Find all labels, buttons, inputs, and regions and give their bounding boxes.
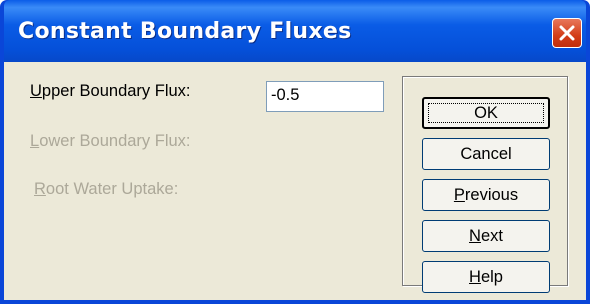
root-water-uptake-label: Root Water Uptake:	[34, 180, 179, 198]
title-bar[interactable]: Constant Boundary Fluxes	[4, 0, 586, 62]
focus-rectangle	[428, 103, 544, 123]
ok-button[interactable]: OK	[422, 97, 550, 129]
previous-button[interactable]: Previous	[422, 179, 550, 211]
dialog-client-area: Upper Boundary Flux: -0.5 Lower Boundary…	[4, 62, 586, 300]
next-button[interactable]: Next	[422, 220, 550, 252]
button-panel: OK Cancel Previous Next Help	[402, 76, 568, 293]
close-icon	[559, 25, 575, 41]
upper-boundary-flux-label: Upper Boundary Flux:	[30, 82, 191, 100]
close-button[interactable]	[552, 18, 582, 48]
upper-boundary-flux-input[interactable]: -0.5	[266, 81, 384, 112]
cancel-button[interactable]: Cancel	[422, 138, 550, 170]
window-title: Constant Boundary Fluxes	[18, 19, 352, 44]
help-button[interactable]: Help	[422, 261, 550, 293]
lower-boundary-flux-label: Lower Boundary Flux:	[30, 132, 191, 150]
dialog-window: Constant Boundary Fluxes Upper Boundary …	[0, 0, 590, 304]
